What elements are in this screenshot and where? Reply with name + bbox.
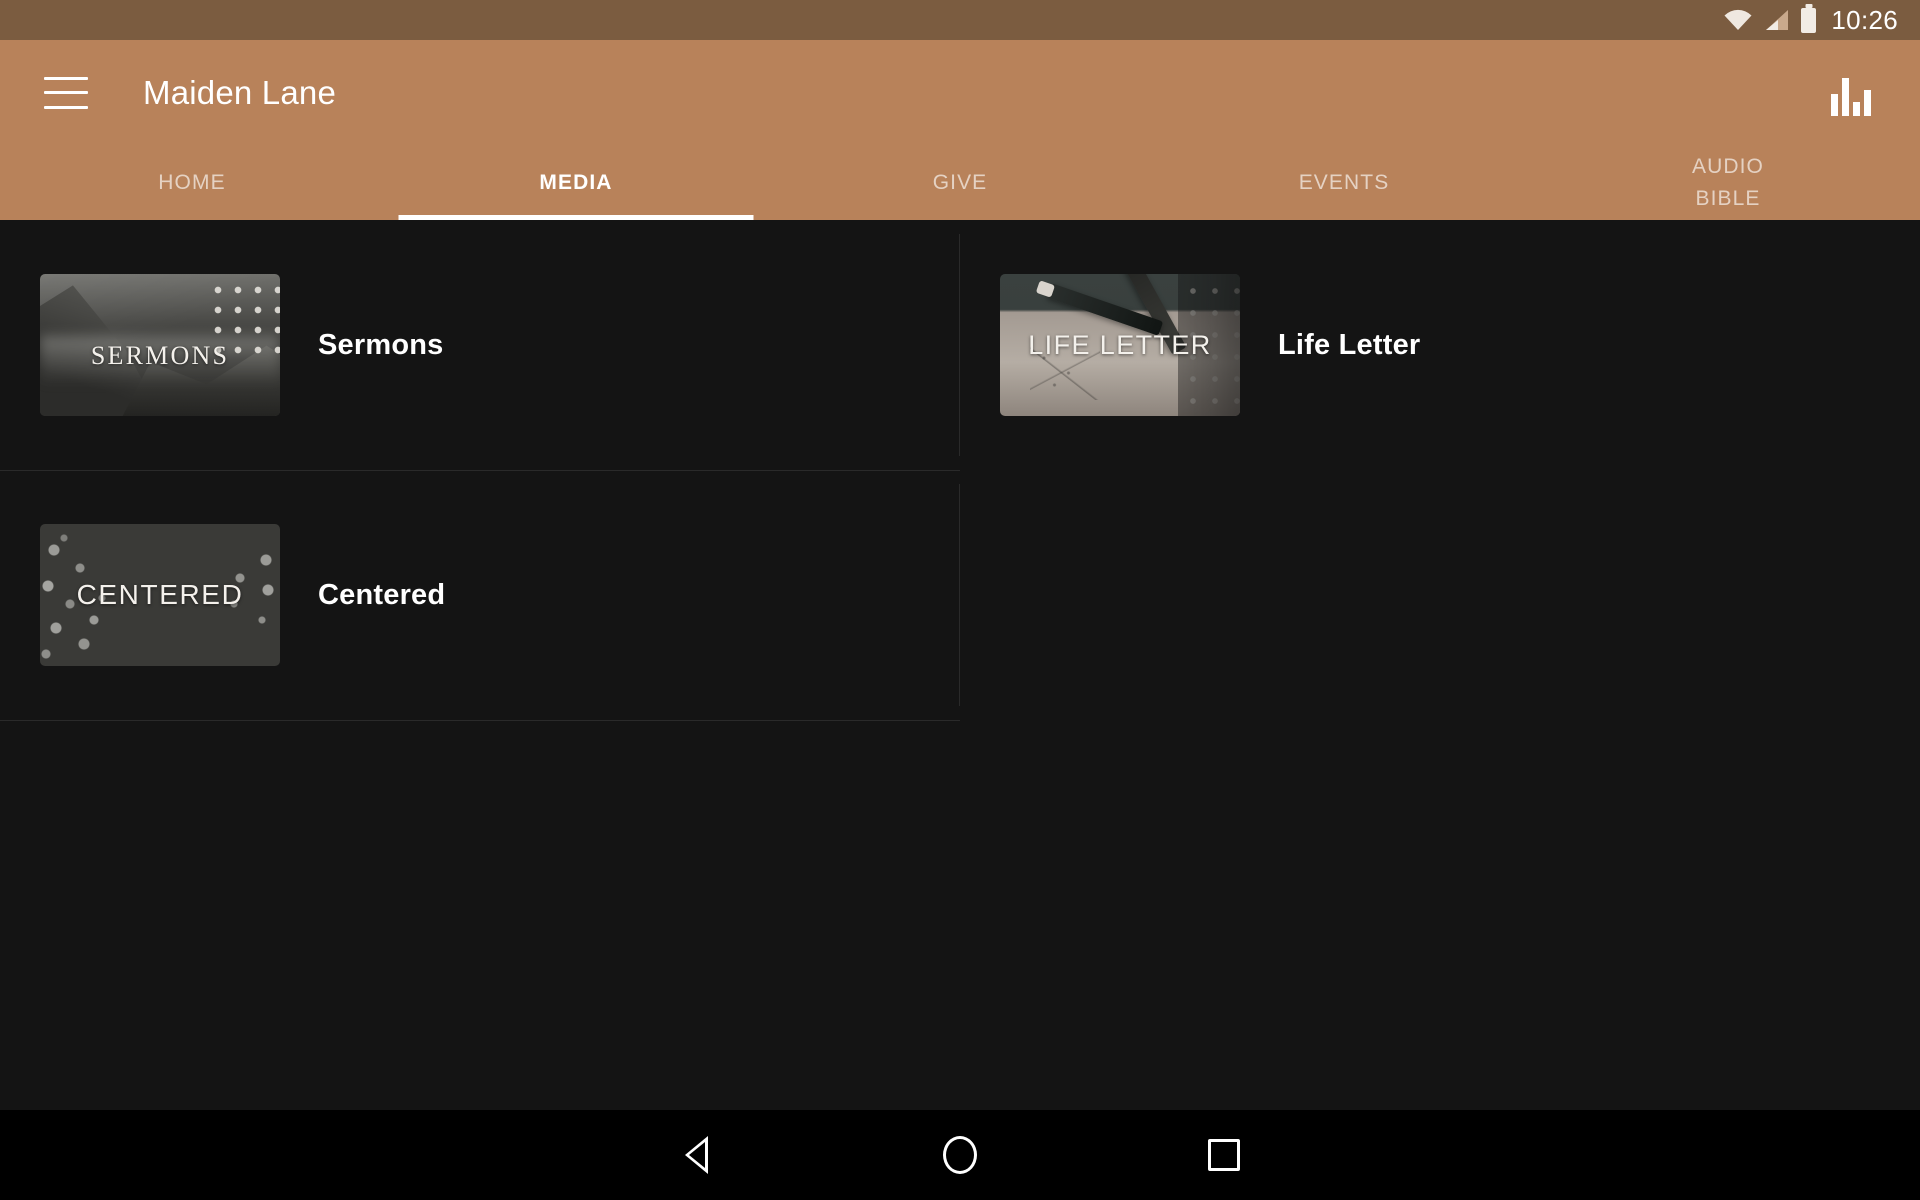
nav-recents-button[interactable] — [1124, 1110, 1324, 1200]
media-card-label: Sermons — [318, 328, 444, 361]
media-thumbnail: CENTERED — [40, 524, 280, 666]
media-content-area: SERMONS Sermons LIFE LETTER Life Letter — [0, 220, 1920, 1110]
media-thumbnail: SERMONS — [40, 274, 280, 416]
status-bar-clock: 10:26 — [1831, 4, 1898, 35]
bar-chart-icon[interactable] — [1828, 70, 1874, 116]
media-card-sermons[interactable]: SERMONS Sermons — [0, 220, 960, 470]
tab-label: AUDIO BIBLE — [1691, 154, 1764, 210]
media-card-label: Centered — [318, 578, 446, 611]
media-card-centered[interactable]: CENTERED Centered — [0, 470, 960, 720]
media-thumbnail-title: CENTERED — [76, 579, 244, 610]
tab-label: GIVE — [932, 170, 988, 194]
media-grid-empty-cell — [960, 470, 1920, 720]
media-thumbnail-title: SERMONS — [90, 341, 230, 370]
hamburger-menu-icon[interactable] — [44, 76, 88, 109]
app-bar: Maiden Lane HOME MEDIA GIVE EVENTS AUDIO… — [0, 40, 1920, 220]
tab-give[interactable]: GIVE — [768, 145, 1152, 220]
tab-audio-bible[interactable]: AUDIO BIBLE — [1536, 145, 1920, 220]
media-thumbnail: LIFE LETTER — [1000, 274, 1240, 416]
media-grid: SERMONS Sermons LIFE LETTER Life Letter — [0, 220, 1920, 721]
tab-label: EVENTS — [1298, 170, 1390, 194]
media-card-life-letter[interactable]: LIFE LETTER Life Letter — [960, 220, 1920, 470]
nav-back-button[interactable] — [596, 1110, 796, 1200]
battery-icon — [1801, 7, 1817, 33]
tab-home[interactable]: HOME — [0, 145, 384, 220]
back-triangle-icon — [684, 1136, 708, 1174]
nav-home-button[interactable] — [860, 1110, 1060, 1200]
page-title: Maiden Lane — [143, 73, 337, 111]
tab-bar: HOME MEDIA GIVE EVENTS AUDIO BIBLE — [0, 145, 1920, 220]
recents-square-icon — [1208, 1139, 1240, 1171]
tab-label: MEDIA — [539, 170, 613, 194]
wifi-icon — [1723, 9, 1753, 31]
cellular-signal-icon — [1764, 9, 1790, 31]
media-thumbnail-title: LIFE LETTER — [1028, 329, 1212, 360]
media-card-label: Life Letter — [1278, 328, 1421, 361]
grid-row-divider — [0, 720, 960, 721]
tab-label: HOME — [158, 170, 226, 194]
android-navigation-bar — [0, 1110, 1920, 1200]
tab-events[interactable]: EVENTS — [1152, 145, 1536, 220]
tab-media[interactable]: MEDIA — [384, 145, 768, 220]
status-bar: 10:26 — [0, 0, 1920, 40]
media-grid-row: SERMONS Sermons LIFE LETTER Life Letter — [0, 220, 1920, 470]
media-grid-row: CENTERED Centered — [0, 470, 1920, 720]
home-circle-icon — [943, 1136, 977, 1174]
app-bar-top-row: Maiden Lane — [0, 40, 1920, 145]
